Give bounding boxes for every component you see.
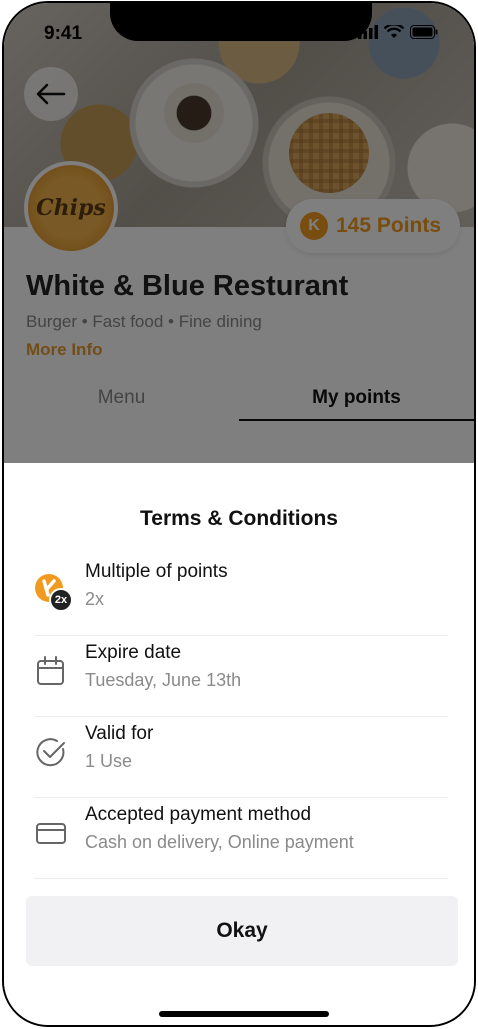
credit-card-icon (34, 816, 68, 850)
terms-bottom-sheet: Terms & Conditions 2x Multiple of points… (4, 463, 474, 1025)
check-circle-icon (34, 735, 68, 769)
terms-row-value: Cash on delivery, Online payment (85, 832, 354, 852)
terms-row-label: Expire date (85, 642, 182, 663)
calendar-icon (34, 654, 68, 688)
terms-row-valid-for: Valid for 1 Use (34, 717, 448, 798)
terms-row-label: Accepted payment method (85, 804, 312, 825)
terms-row-value: 1 Use (85, 751, 133, 771)
terms-row-label: Multiple of points (85, 561, 228, 582)
terms-row-value: 2x (85, 589, 105, 609)
phone-frame: 9:41 Chips K 145 Point (2, 1, 476, 1027)
home-indicator[interactable] (159, 1011, 329, 1017)
terms-row-multiple-of-points: 2x Multiple of points 2x (34, 555, 448, 636)
terms-row-label: Valid for (85, 723, 154, 744)
multiplier-badge-text: 2x (54, 594, 68, 606)
sheet-title: Terms & Conditions (140, 507, 338, 530)
points-multiplier-icon: 2x (34, 573, 73, 612)
terms-row-value: Tuesday, June 13th (85, 670, 242, 690)
terms-row-payment-method: Accepted payment method Cash on delivery… (34, 798, 448, 879)
okay-button[interactable]: Okay (26, 896, 458, 966)
terms-row-expire-date: Expire date Tuesday, June 13th (34, 636, 448, 717)
